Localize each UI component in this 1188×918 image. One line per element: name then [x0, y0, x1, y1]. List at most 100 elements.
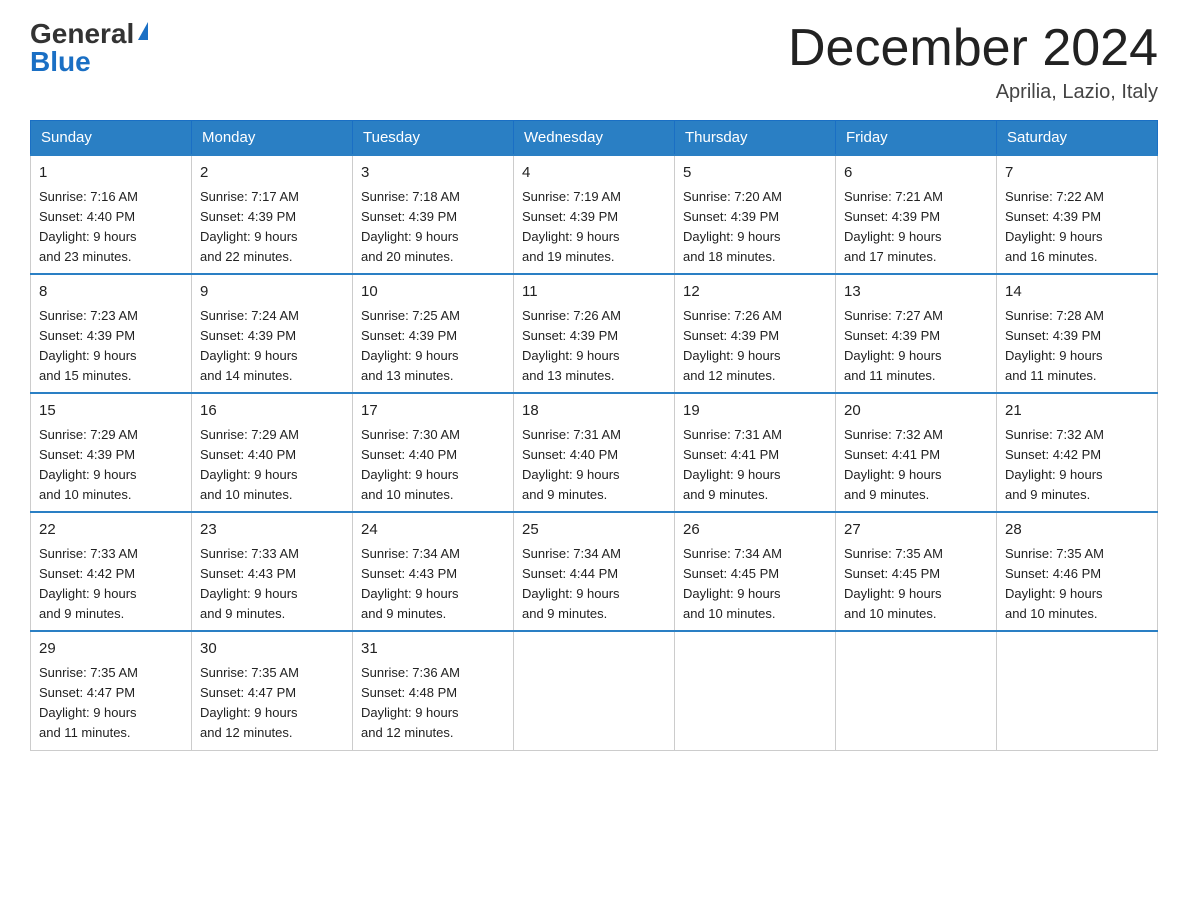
day-info: Sunrise: 7:26 AMSunset: 4:39 PMDaylight:…: [522, 308, 621, 383]
day-number: 14: [1005, 281, 1149, 304]
day-number: 18: [522, 400, 666, 423]
day-info: Sunrise: 7:17 AMSunset: 4:39 PMDaylight:…: [200, 189, 299, 264]
day-info: Sunrise: 7:31 AMSunset: 4:40 PMDaylight:…: [522, 427, 621, 502]
calendar-cell: 7 Sunrise: 7:22 AMSunset: 4:39 PMDaylight…: [997, 155, 1158, 274]
week-row-3: 15 Sunrise: 7:29 AMSunset: 4:39 PMDayligh…: [31, 393, 1158, 512]
title-area: December 2024 Aprilia, Lazio, Italy: [788, 20, 1158, 104]
day-info: Sunrise: 7:30 AMSunset: 4:40 PMDaylight:…: [361, 427, 460, 502]
day-info: Sunrise: 7:35 AMSunset: 4:47 PMDaylight:…: [200, 665, 299, 740]
day-number: 26: [683, 519, 827, 542]
calendar-cell: 18 Sunrise: 7:31 AMSunset: 4:40 PMDayligh…: [514, 393, 675, 512]
day-info: Sunrise: 7:33 AMSunset: 4:43 PMDaylight:…: [200, 546, 299, 621]
day-info: Sunrise: 7:18 AMSunset: 4:39 PMDaylight:…: [361, 189, 460, 264]
calendar-cell: 1Sunrise: 7:16 AMSunset: 4:40 PMDaylight…: [31, 155, 192, 274]
calendar-cell: 8 Sunrise: 7:23 AMSunset: 4:39 PMDaylight…: [31, 274, 192, 393]
logo-triangle-icon: [138, 22, 148, 40]
calendar-cell: [997, 631, 1158, 750]
calendar-cell: 23 Sunrise: 7:33 AMSunset: 4:43 PMDayligh…: [192, 512, 353, 631]
calendar-cell: [675, 631, 836, 750]
week-row-4: 22 Sunrise: 7:33 AMSunset: 4:42 PMDayligh…: [31, 512, 1158, 631]
day-info: Sunrise: 7:25 AMSunset: 4:39 PMDaylight:…: [361, 308, 460, 383]
calendar-cell: 16Sunrise: 7:29 AMSunset: 4:40 PMDayligh…: [192, 393, 353, 512]
day-info: Sunrise: 7:21 AMSunset: 4:39 PMDaylight:…: [844, 189, 943, 264]
day-number: 29: [39, 638, 183, 661]
day-info: Sunrise: 7:34 AMSunset: 4:45 PMDaylight:…: [683, 546, 782, 621]
header-day-saturday: Saturday: [997, 121, 1158, 156]
week-row-5: 29 Sunrise: 7:35 AMSunset: 4:47 PMDayligh…: [31, 631, 1158, 750]
day-number: 8: [39, 281, 183, 304]
header-day-tuesday: Tuesday: [353, 121, 514, 156]
day-number: 15: [39, 400, 183, 423]
day-info: Sunrise: 7:33 AMSunset: 4:42 PMDaylight:…: [39, 546, 138, 621]
calendar-cell: 24 Sunrise: 7:34 AMSunset: 4:43 PMDayligh…: [353, 512, 514, 631]
header-row: SundayMondayTuesdayWednesdayThursdayFrid…: [31, 121, 1158, 156]
day-number: 25: [522, 519, 666, 542]
header-day-monday: Monday: [192, 121, 353, 156]
day-number: 23: [200, 519, 344, 542]
logo: General Blue: [30, 20, 148, 76]
calendar-cell: 9Sunrise: 7:24 AMSunset: 4:39 PMDaylight…: [192, 274, 353, 393]
calendar-cell: 31 Sunrise: 7:36 AMSunset: 4:48 PMDayligh…: [353, 631, 514, 750]
day-info: Sunrise: 7:29 AMSunset: 4:40 PMDaylight:…: [200, 427, 299, 502]
page-header: General Blue December 2024 Aprilia, Lazi…: [30, 20, 1158, 104]
day-info: Sunrise: 7:28 AMSunset: 4:39 PMDaylight:…: [1005, 308, 1104, 383]
calendar-cell: 12 Sunrise: 7:26 AMSunset: 4:39 PMDayligh…: [675, 274, 836, 393]
calendar-cell: [514, 631, 675, 750]
day-number: 7: [1005, 162, 1149, 185]
calendar-cell: 29 Sunrise: 7:35 AMSunset: 4:47 PMDayligh…: [31, 631, 192, 750]
day-number: 5: [683, 162, 827, 185]
calendar-cell: 19Sunrise: 7:31 AMSunset: 4:41 PMDayligh…: [675, 393, 836, 512]
week-row-1: 1Sunrise: 7:16 AMSunset: 4:40 PMDaylight…: [31, 155, 1158, 274]
calendar-cell: 15 Sunrise: 7:29 AMSunset: 4:39 PMDayligh…: [31, 393, 192, 512]
day-info: Sunrise: 7:27 AMSunset: 4:39 PMDaylight:…: [844, 308, 943, 383]
calendar-cell: 3 Sunrise: 7:18 AMSunset: 4:39 PMDaylight…: [353, 155, 514, 274]
day-number: 3: [361, 162, 505, 185]
calendar-cell: 27Sunrise: 7:35 AMSunset: 4:45 PMDayligh…: [836, 512, 997, 631]
day-info: Sunrise: 7:34 AMSunset: 4:43 PMDaylight:…: [361, 546, 460, 621]
day-number: 11: [522, 281, 666, 304]
day-info: Sunrise: 7:34 AMSunset: 4:44 PMDaylight:…: [522, 546, 621, 621]
day-number: 27: [844, 519, 988, 542]
calendar-cell: 6 Sunrise: 7:21 AMSunset: 4:39 PMDaylight…: [836, 155, 997, 274]
calendar-cell: [836, 631, 997, 750]
calendar-cell: 22 Sunrise: 7:33 AMSunset: 4:42 PMDayligh…: [31, 512, 192, 631]
calendar-table: SundayMondayTuesdayWednesdayThursdayFrid…: [30, 120, 1158, 750]
day-number: 30: [200, 638, 344, 661]
day-number: 12: [683, 281, 827, 304]
header-day-thursday: Thursday: [675, 121, 836, 156]
day-info: Sunrise: 7:19 AMSunset: 4:39 PMDaylight:…: [522, 189, 621, 264]
day-number: 13: [844, 281, 988, 304]
day-number: 4: [522, 162, 666, 185]
day-info: Sunrise: 7:36 AMSunset: 4:48 PMDaylight:…: [361, 665, 460, 740]
day-number: 20: [844, 400, 988, 423]
calendar-cell: 25 Sunrise: 7:34 AMSunset: 4:44 PMDayligh…: [514, 512, 675, 631]
header-day-sunday: Sunday: [31, 121, 192, 156]
day-number: 17: [361, 400, 505, 423]
day-info: Sunrise: 7:22 AMSunset: 4:39 PMDaylight:…: [1005, 189, 1104, 264]
day-number: 31: [361, 638, 505, 661]
calendar-cell: 13 Sunrise: 7:27 AMSunset: 4:39 PMDayligh…: [836, 274, 997, 393]
day-number: 22: [39, 519, 183, 542]
day-info: Sunrise: 7:35 AMSunset: 4:47 PMDaylight:…: [39, 665, 138, 740]
day-info: Sunrise: 7:24 AMSunset: 4:39 PMDaylight:…: [200, 308, 299, 383]
calendar-cell: 2 Sunrise: 7:17 AMSunset: 4:39 PMDaylight…: [192, 155, 353, 274]
day-info: Sunrise: 7:35 AMSunset: 4:46 PMDaylight:…: [1005, 546, 1104, 621]
day-info: Sunrise: 7:32 AMSunset: 4:41 PMDaylight:…: [844, 427, 943, 502]
day-number: 6: [844, 162, 988, 185]
header-day-wednesday: Wednesday: [514, 121, 675, 156]
day-number: 21: [1005, 400, 1149, 423]
calendar-cell: 11 Sunrise: 7:26 AMSunset: 4:39 PMDayligh…: [514, 274, 675, 393]
logo-general-text: General: [30, 20, 134, 48]
day-number: 2: [200, 162, 344, 185]
day-info: Sunrise: 7:29 AMSunset: 4:39 PMDaylight:…: [39, 427, 138, 502]
day-info: Sunrise: 7:26 AMSunset: 4:39 PMDaylight:…: [683, 308, 782, 383]
calendar-cell: 26 Sunrise: 7:34 AMSunset: 4:45 PMDayligh…: [675, 512, 836, 631]
day-info: Sunrise: 7:31 AMSunset: 4:41 PMDaylight:…: [683, 427, 782, 502]
calendar-cell: 28 Sunrise: 7:35 AMSunset: 4:46 PMDayligh…: [997, 512, 1158, 631]
day-number: 28: [1005, 519, 1149, 542]
calendar-cell: 14 Sunrise: 7:28 AMSunset: 4:39 PMDayligh…: [997, 274, 1158, 393]
day-number: 24: [361, 519, 505, 542]
location-title: Aprilia, Lazio, Italy: [788, 81, 1158, 104]
day-info: Sunrise: 7:32 AMSunset: 4:42 PMDaylight:…: [1005, 427, 1104, 502]
day-info: Sunrise: 7:23 AMSunset: 4:39 PMDaylight:…: [39, 308, 138, 383]
